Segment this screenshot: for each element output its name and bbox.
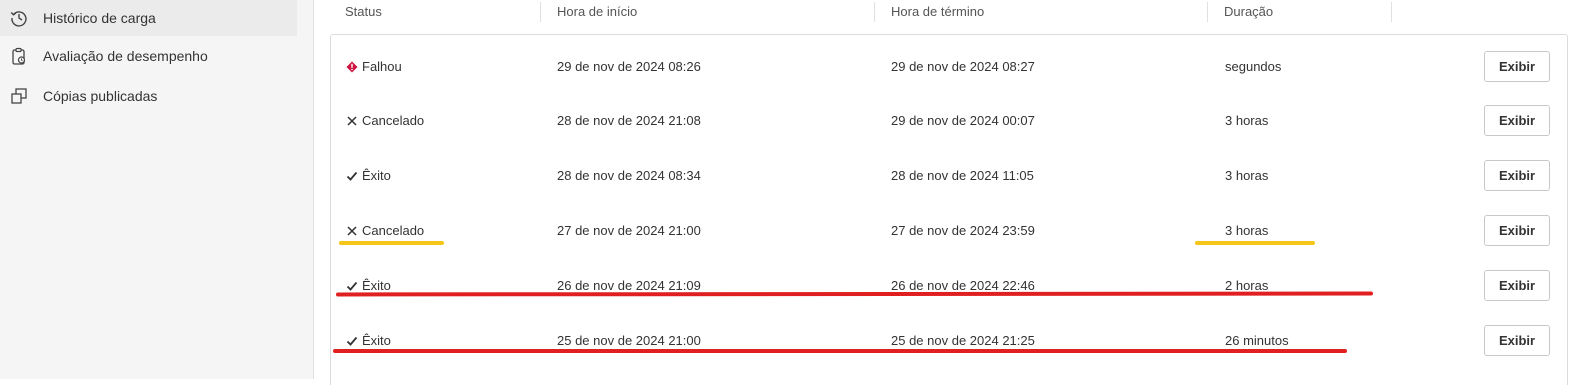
view-button[interactable]: Exibir	[1484, 51, 1550, 82]
duration: 3 horas	[1225, 168, 1269, 183]
column-header-end[interactable]: Hora de término	[891, 0, 984, 24]
sidebar-item-copias-publicadas[interactable]: Cópias publicadas	[0, 78, 297, 114]
start-time: 29 de nov de 2024 08:26	[557, 59, 701, 74]
sidebar-item-historico-de-carga[interactable]: Histórico de carga	[0, 0, 297, 36]
view-button[interactable]: Exibir	[1484, 270, 1550, 301]
check-icon	[346, 281, 358, 291]
status-text: Cancelado	[362, 223, 425, 238]
sidebar: Histórico de carga Avaliação de desempen…	[0, 0, 314, 379]
sidebar-item-avaliacao-de-desempenho[interactable]: Avaliação de desempenho	[0, 38, 297, 74]
duration: 3 horas	[1225, 223, 1269, 238]
table-row: Cancelado 28 de nov de 2024 21:08 29 de …	[331, 94, 1567, 149]
table-header: Status Hora de início Hora de término Du…	[330, 0, 1567, 24]
duration: 26 minutos	[1225, 333, 1289, 348]
error-icon	[346, 61, 358, 73]
sidebar-item-label: Cópias publicadas	[43, 88, 158, 104]
red-underline-row-6	[333, 349, 1347, 353]
x-icon	[347, 116, 357, 126]
status-cell: Cancelado	[346, 223, 424, 239]
view-button[interactable]: Exibir	[1484, 325, 1550, 356]
table-row: Êxito 26 de nov de 2024 21:09 26 de nov …	[331, 259, 1567, 314]
status-cell: Êxito	[346, 168, 391, 184]
load-history-table: Falhou 29 de nov de 2024 08:26 29 de nov…	[330, 34, 1568, 385]
end-time: 28 de nov de 2024 11:05	[891, 168, 1034, 183]
yellow-underline-duration	[1195, 241, 1315, 245]
start-time: 28 de nov de 2024 08:34	[557, 168, 701, 183]
status-text: Cancelado	[362, 113, 425, 128]
view-button[interactable]: Exibir	[1484, 215, 1550, 246]
column-divider	[1207, 2, 1208, 22]
start-time: 28 de nov de 2024 21:08	[557, 113, 701, 128]
end-time: 27 de nov de 2024 23:59	[891, 223, 1035, 238]
sidebar-item-label: Avaliação de desempenho	[43, 48, 208, 64]
end-time: 25 de nov de 2024 21:25	[891, 333, 1035, 348]
duration: 3 horas	[1225, 113, 1269, 128]
start-time: 25 de nov de 2024 21:00	[557, 333, 701, 348]
column-divider	[1391, 2, 1392, 22]
column-header-duration[interactable]: Duração	[1224, 0, 1273, 24]
column-header-start[interactable]: Hora de início	[557, 0, 637, 24]
view-button[interactable]: Exibir	[1484, 105, 1550, 136]
check-icon	[346, 171, 358, 181]
table-row: Cancelado 27 de nov de 2024 21:00 27 de …	[331, 204, 1567, 259]
table-row: Falhou 29 de nov de 2024 08:26 29 de nov…	[331, 40, 1567, 95]
check-icon	[346, 336, 358, 346]
status-text: Êxito	[362, 333, 391, 348]
sidebar-item-label: Histórico de carga	[43, 10, 156, 26]
status-text: Falhou	[362, 59, 402, 74]
column-header-status[interactable]: Status	[345, 0, 382, 24]
clipboard-icon	[12, 47, 26, 65]
start-time: 27 de nov de 2024 21:00	[557, 223, 701, 238]
end-time: 29 de nov de 2024 00:07	[891, 113, 1035, 128]
view-button[interactable]: Exibir	[1484, 160, 1550, 191]
yellow-underline-status	[339, 241, 444, 245]
table-row: Êxito 28 de nov de 2024 08:34 28 de nov …	[331, 149, 1567, 204]
copies-icon	[11, 88, 27, 104]
status-cell: Êxito	[346, 333, 391, 349]
column-divider	[874, 2, 875, 22]
history-icon	[10, 11, 27, 27]
column-divider	[540, 2, 541, 22]
table-row: Êxito 25 de nov de 2024 21:00 25 de nov …	[331, 314, 1567, 369]
status-cell: Falhou	[346, 59, 402, 75]
status-cell: Cancelado	[346, 113, 424, 129]
duration: segundos	[1225, 59, 1282, 74]
x-icon	[347, 226, 357, 236]
end-time: 29 de nov de 2024 08:27	[891, 59, 1035, 74]
status-text: Êxito	[362, 168, 391, 183]
